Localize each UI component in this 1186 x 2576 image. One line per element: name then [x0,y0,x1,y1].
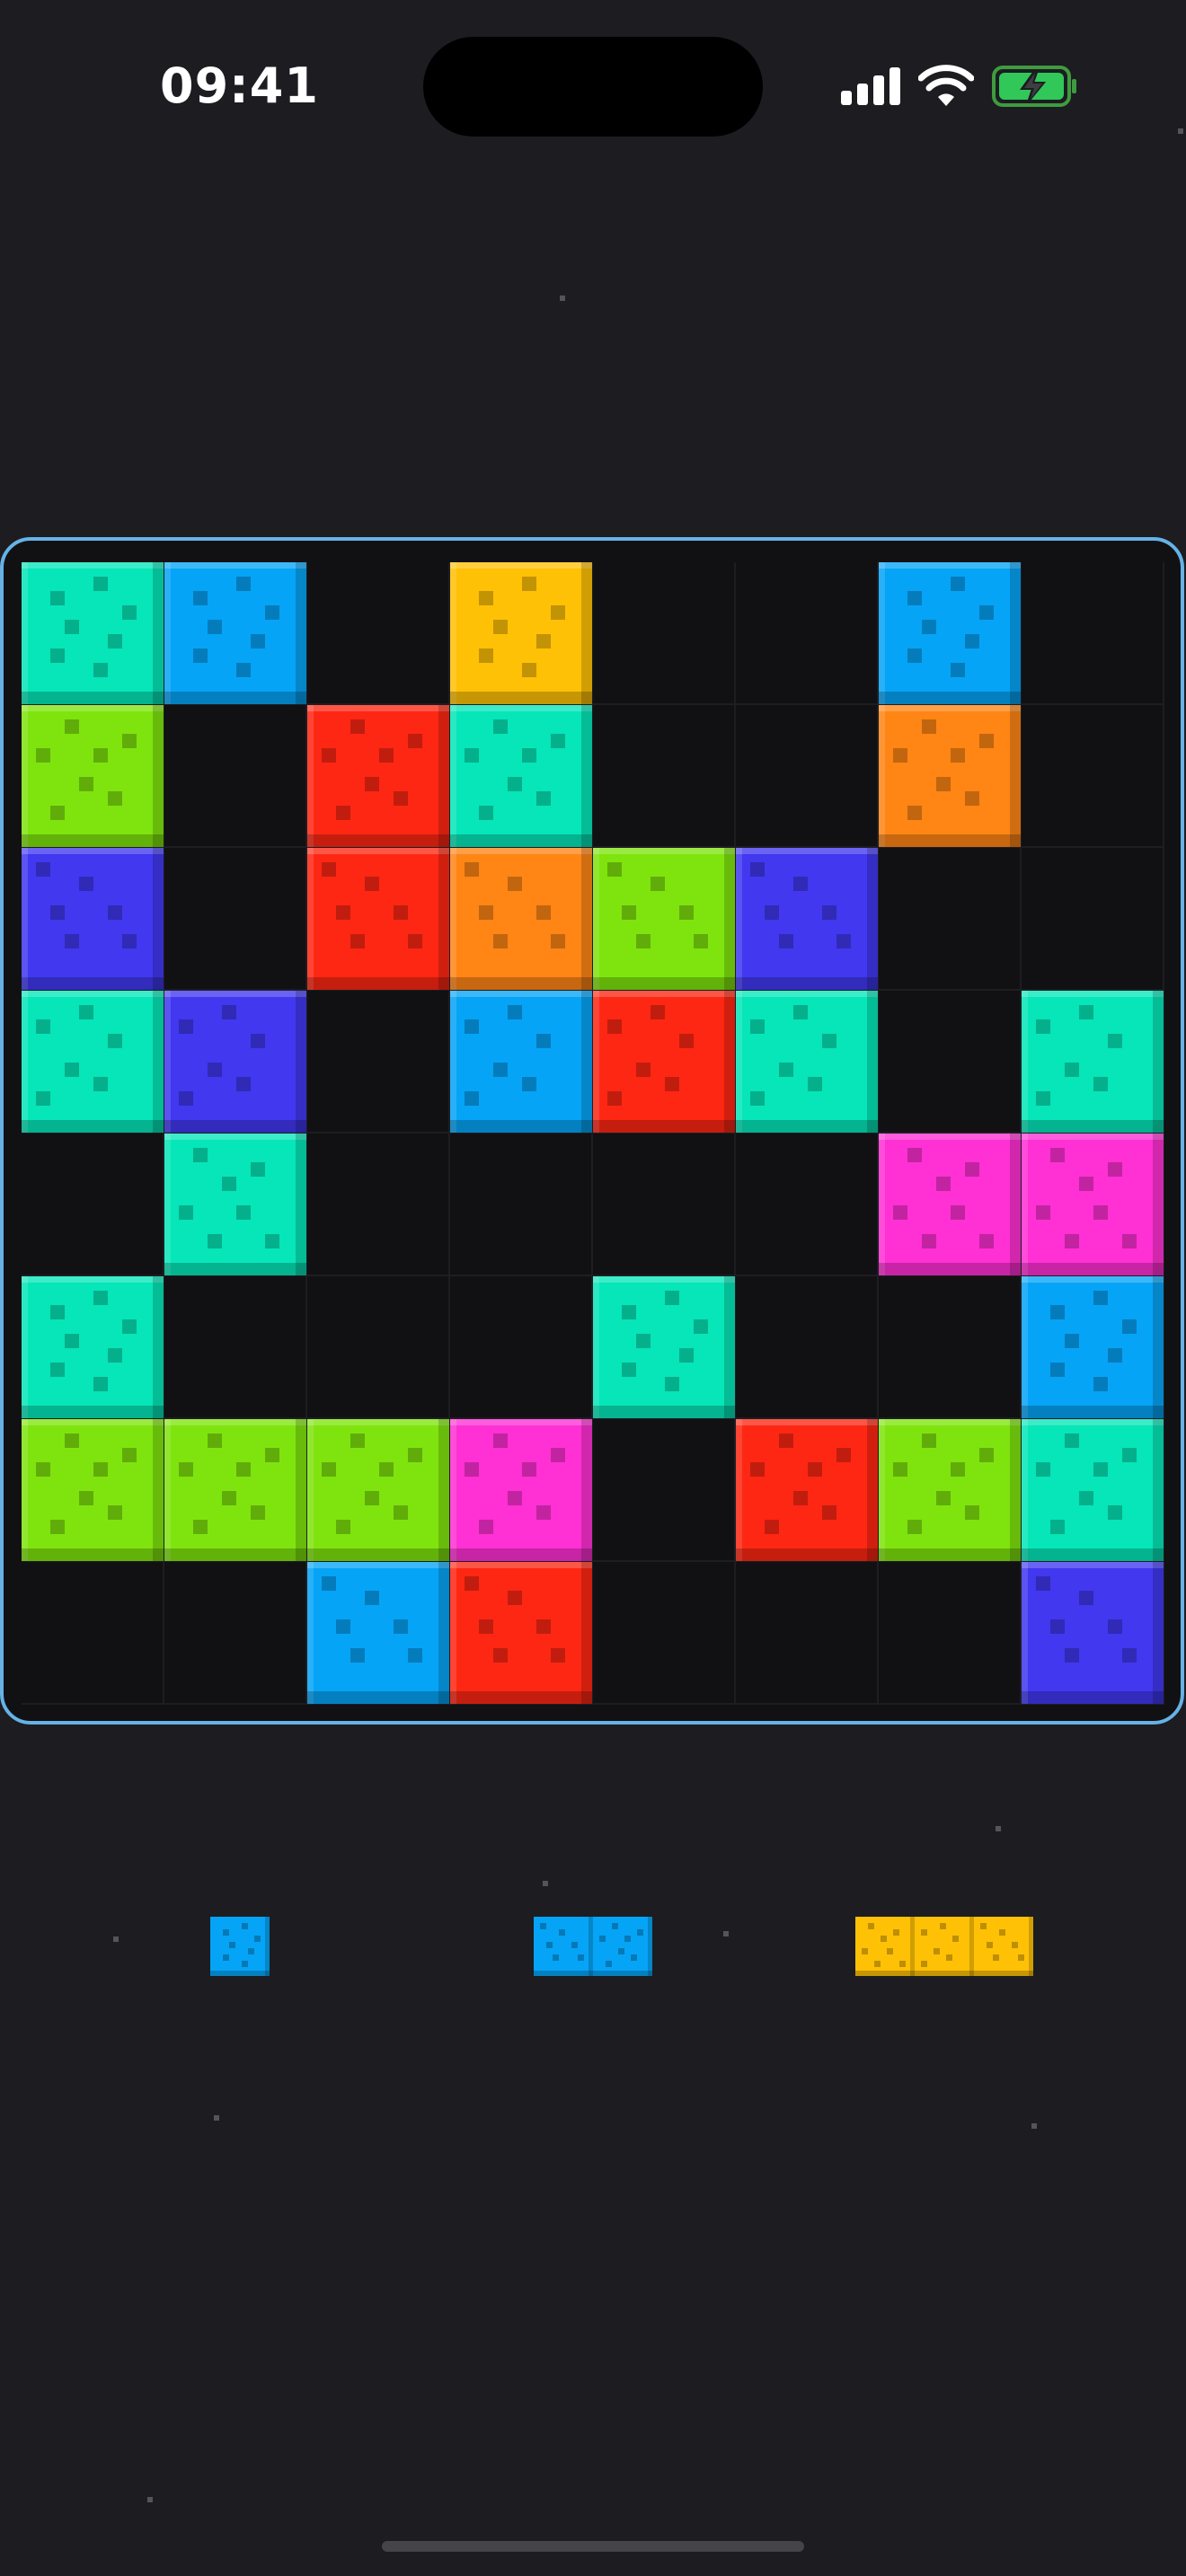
block-blue [307,1562,449,1704]
block-teal [22,991,164,1133]
board-cell[interactable] [450,1134,593,1276]
block-teal [22,1276,164,1418]
block-magenta [879,1134,1021,1275]
board-cell[interactable] [22,1562,164,1705]
board-cell[interactable] [593,562,736,705]
block-orange [450,848,592,990]
board-cell[interactable] [736,1276,879,1419]
background-star [996,1826,1001,1831]
block-teal [1022,991,1164,1133]
block-red [450,1562,592,1704]
status-time: 09:41 [160,57,319,114]
board-cell[interactable] [879,848,1022,991]
board-cell[interactable] [307,1134,450,1276]
board-cell[interactable] [736,1562,879,1705]
block-orange [879,705,1021,847]
block-teal [736,991,878,1133]
board-cell[interactable] [736,1134,879,1276]
block-magenta [450,1419,592,1561]
block-red [307,705,449,847]
board-cell[interactable] [593,1562,736,1705]
board-cell[interactable] [593,1134,736,1276]
block-teal [450,705,592,847]
board-cell[interactable] [307,991,450,1134]
background-star [113,1936,119,1942]
block-green [593,848,735,990]
piece-block-blue [534,1917,593,1976]
board-cell[interactable] [593,705,736,848]
wifi-icon [918,65,974,106]
block-indigo [22,848,164,990]
block-blue [1022,1276,1164,1418]
board-cell[interactable] [22,1134,164,1276]
board-cell[interactable] [593,1419,736,1562]
block-green [307,1419,449,1561]
board-cell[interactable] [1022,562,1164,705]
home-indicator[interactable] [382,2541,804,2552]
board-cell[interactable] [164,848,307,991]
block-teal [22,562,164,704]
piece-block-yellow [855,1917,915,1976]
block-red [593,991,735,1133]
piece-block-yellow [974,1917,1033,1976]
piece-block-yellow [915,1917,974,1976]
tray-piece-1[interactable] [210,1917,270,1976]
piece-block-blue [593,1917,652,1976]
block-indigo [164,991,306,1133]
tray-piece-3[interactable] [855,1917,1033,1976]
block-indigo [736,848,878,990]
block-blue [879,562,1021,704]
background-star [1031,2123,1037,2129]
block-green [879,1419,1021,1561]
block-teal [164,1134,306,1275]
background-star [543,1881,548,1886]
board-cell[interactable] [879,991,1022,1134]
block-yellow [450,562,592,704]
game-board-grid[interactable] [22,562,1164,1705]
block-blue [450,991,592,1133]
board-cell[interactable] [736,705,879,848]
background-star [147,2497,153,2502]
block-green [22,1419,164,1561]
block-red [307,848,449,990]
tray-piece-2[interactable] [534,1917,652,1976]
board-cell[interactable] [1022,848,1164,991]
piece-block-blue [210,1917,270,1976]
board-cell[interactable] [736,562,879,705]
board-cell[interactable] [307,562,450,705]
board-cell[interactable] [164,1276,307,1419]
board-cell[interactable] [1022,705,1164,848]
board-cell[interactable] [164,1562,307,1705]
board-cell[interactable] [307,1276,450,1419]
block-green [164,1419,306,1561]
block-indigo [1022,1562,1164,1704]
block-red [736,1419,878,1561]
block-blue [164,562,306,704]
background-star [723,1931,729,1936]
block-teal [1022,1419,1164,1561]
background-star [214,2115,219,2121]
block-magenta [1022,1134,1164,1275]
background-star [560,296,565,301]
block-teal [593,1276,735,1418]
cellular-signal-icon [841,67,902,105]
board-cell[interactable] [164,705,307,848]
board-cell[interactable] [879,1562,1022,1705]
board-cell[interactable] [450,1276,593,1419]
board-cell[interactable] [879,1276,1022,1419]
battery-charging-icon [992,66,1076,107]
block-green [22,705,164,847]
background-star [1178,128,1183,134]
dynamic-island [423,37,763,137]
